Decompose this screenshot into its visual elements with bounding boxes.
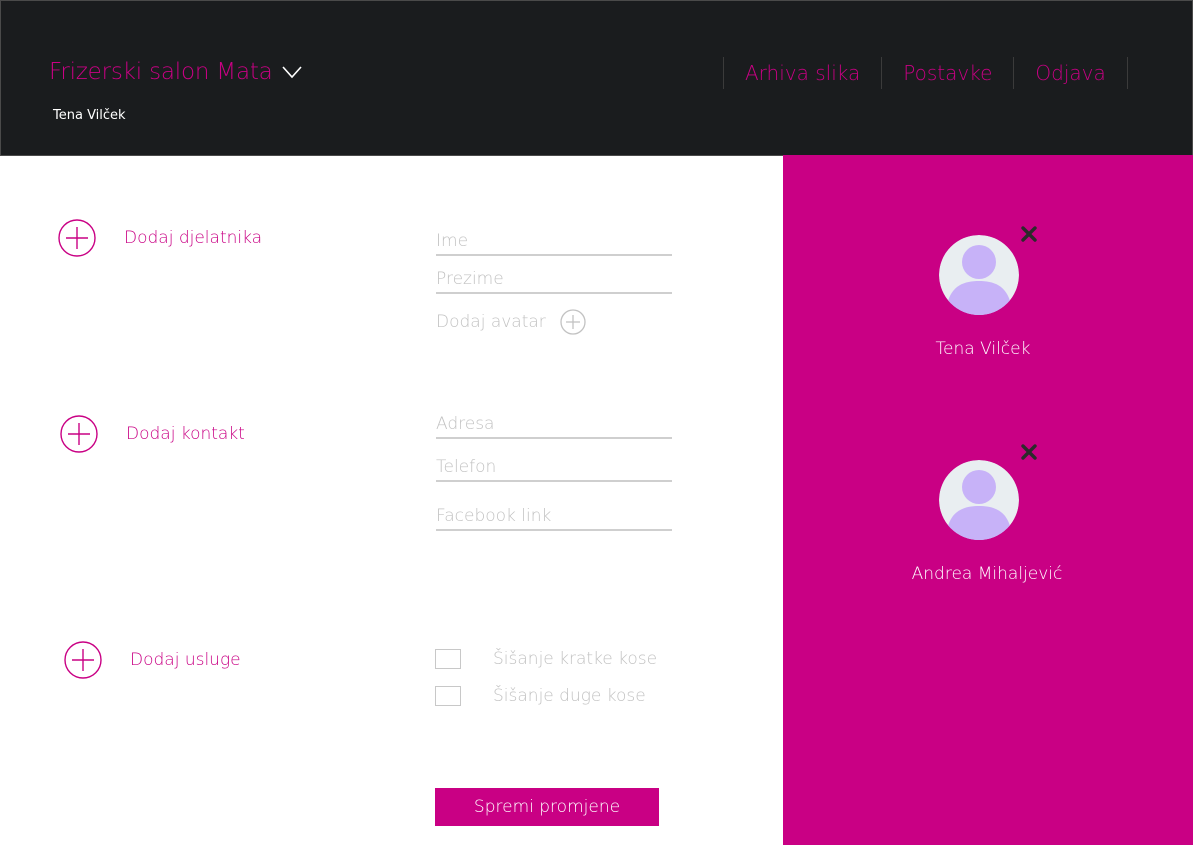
service-label: Šišanje kratke kose [493,649,658,669]
salon-name: Frizerski salon Mata [49,59,273,85]
service-checkbox-short-hair[interactable] [435,649,461,669]
plus-circle-icon [58,219,96,257]
add-employee-button[interactable]: Dodaj djelatnika [58,219,262,257]
add-contact-button[interactable]: Dodaj kontakt [60,415,245,453]
save-changes-button[interactable]: Spremi promjene [435,788,659,826]
add-avatar-label: Dodaj avatar [436,312,546,332]
salon-selector[interactable]: Frizerski salon Mata [49,59,303,85]
first-name-input[interactable] [436,228,672,256]
employee-list-panel: Tena Vilček Andrea Mihaljević [783,155,1193,845]
nav-divider [1126,57,1128,89]
user-avatar-icon [939,235,1019,315]
last-name-input[interactable] [436,266,672,294]
close-icon[interactable] [1021,226,1037,242]
add-contact-label: Dodaj kontakt [126,424,245,444]
facebook-link-input[interactable] [436,503,672,531]
add-services-button[interactable]: Dodaj usluge [64,641,241,679]
nav-item-image-archive[interactable]: Arhiva slika [724,61,881,85]
chevron-down-icon [281,66,302,79]
service-label: Šišanje duge kose [493,686,646,706]
page: Frizerski salon Mata Tena Vilček Arhiva … [0,0,1193,845]
service-option: Šišanje kratke kose [435,649,657,669]
add-employee-label: Dodaj djelatnika [124,228,263,248]
employee-name: Andrea Mihaljević [911,564,1063,584]
user-avatar-icon [939,460,1019,540]
close-icon[interactable] [1021,444,1037,460]
plus-circle-icon [60,415,98,453]
add-avatar-button[interactable]: Dodaj avatar [436,309,586,335]
current-user-name: Tena Vilček [53,108,126,123]
plus-circle-icon [560,309,586,335]
address-input[interactable] [436,411,672,439]
service-checkbox-long-hair[interactable] [435,686,461,706]
add-services-label: Dodaj usluge [130,650,241,670]
nav-item-settings[interactable]: Postavke [882,61,1013,85]
app-header: Frizerski salon Mata Tena Vilček Arhiva … [0,0,1193,156]
top-nav: Arhiva slika Postavke Odjava [723,57,1128,89]
service-option: Šišanje duge kose [435,686,646,706]
employee-name: Tena Vilček [935,339,1031,359]
nav-item-logout[interactable]: Odjava [1014,61,1126,85]
plus-circle-icon [64,641,102,679]
phone-input[interactable] [436,454,672,482]
